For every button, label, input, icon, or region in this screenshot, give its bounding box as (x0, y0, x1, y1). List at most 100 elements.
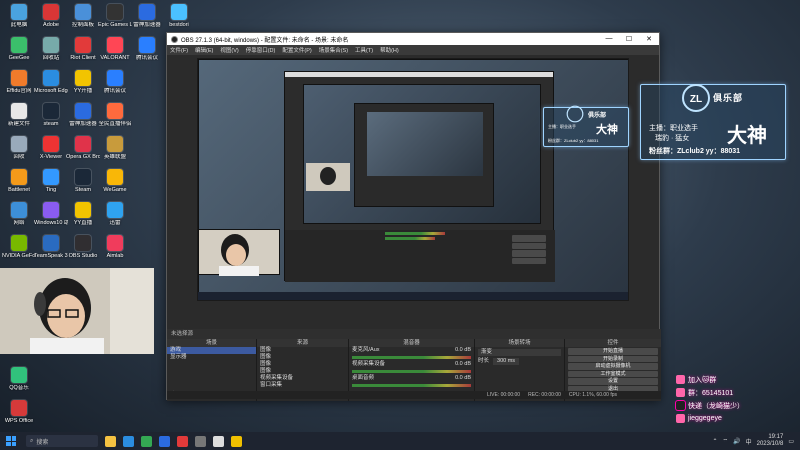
clock[interactable]: 19:17 2023/10/8 (757, 434, 784, 448)
app-icon (107, 136, 123, 152)
notification-icon[interactable]: ▭ (788, 438, 794, 445)
desktop-icon-label: Steam (75, 187, 91, 193)
menu-docks[interactable]: 停靠窗口(D) (246, 46, 276, 54)
streamer-avatar (0, 268, 154, 354)
source-item[interactable]: 视频采集设备 (257, 375, 348, 382)
role-line-mini: 主播：职业选手 (548, 124, 576, 129)
menu-file[interactable]: 文件(F) (170, 46, 188, 54)
obs-preview-canvas[interactable] (197, 58, 629, 301)
taskbar-app-store-icon[interactable] (159, 435, 170, 447)
windows-logo-icon (6, 436, 11, 441)
taskbar-app-app-yellow-icon[interactable] (231, 435, 242, 447)
duration-input[interactable]: 300 ms (493, 358, 520, 365)
obs-window[interactable]: OBS 27.1.3 (64-bit, windows) - 配置文件: 未命名… (166, 32, 661, 401)
menu-scene-collection[interactable]: 场景集合(S) (319, 46, 348, 54)
mixer-channel-name: 桌面音频 (352, 375, 375, 381)
desktop-icon-label: NVIDIA GeForce (2, 253, 36, 259)
taskbar-app-file-explorer-icon[interactable] (105, 435, 116, 447)
menu-view[interactable]: 视图(V) (220, 46, 238, 54)
club-banner-mini: 俱乐部 主播：职业选手 大神 粉丝群：ZLclub2 yy：88031 (543, 105, 629, 147)
desktop-icon-label: Windows10 助手 (34, 220, 68, 226)
mixer-channel-level: 0.0 dB (455, 347, 471, 353)
source-item[interactable]: 图像 (257, 354, 348, 361)
role-line: 主播：职业选手 (649, 125, 698, 132)
minimize-button[interactable]: — (599, 35, 619, 43)
source-item[interactable]: 图像 (257, 368, 348, 375)
obs-menu-bar: 文件(F) 编辑(E) 视图(V) 停靠窗口(D) 配置文件(P) 场景集合(S… (167, 45, 659, 55)
desktop-icon[interactable]: NVIDIA GeForce (2, 233, 36, 271)
menu-edit[interactable]: 编辑(E) (195, 46, 213, 54)
close-button[interactable]: ✕ (639, 35, 659, 43)
taskbar-app-app-dark-icon[interactable] (195, 435, 206, 447)
volume-meter[interactable] (352, 356, 471, 359)
taskbar-apps (98, 435, 242, 447)
desktop-icon-label: 网络 (13, 220, 25, 226)
app-icon (11, 103, 27, 119)
start-button[interactable] (4, 434, 18, 448)
tag-line: 瑞豹 · 猛女 (655, 135, 690, 142)
volume-meter[interactable] (352, 384, 471, 387)
windows-taskbar: ⌕ 搜索 ⌃ ⌔ 🔊 中 19:17 2023/10/8 ▭ (0, 432, 800, 450)
fan-group-line-mini: 粉丝群：ZLclub2 yy：88031 (548, 138, 599, 143)
taskbar-app-obs-icon[interactable] (213, 435, 224, 447)
volume-icon[interactable]: 🔊 (733, 438, 740, 445)
transition-select[interactable]: 渐变 (478, 349, 561, 356)
app-icon (75, 169, 91, 185)
scene-item[interactable]: 显示器 (167, 354, 256, 361)
desktop-icon[interactable]: OBS Studio (66, 233, 100, 271)
app-icon (75, 4, 91, 20)
app-icon (43, 235, 59, 251)
desktop-icon-label: 此电脑 (10, 22, 28, 28)
tray-chevron-icon[interactable]: ⌃ (712, 438, 717, 445)
app-icon (11, 136, 27, 152)
desktop-icon-label: steam (43, 121, 59, 127)
desktop-icon-label: 控制面板 (71, 22, 94, 28)
desktop-icon[interactable]: 腾讯会议 (130, 35, 164, 73)
obs-window-title: OBS 27.1.3 (64-bit, windows) - 配置文件: 未命名… (181, 37, 349, 44)
social-text: jieggegeye (688, 415, 722, 422)
desktop-icon[interactable]: Aimlab (98, 233, 132, 271)
menu-profile[interactable]: 配置文件(P) (282, 46, 311, 54)
app-icon (107, 70, 123, 86)
taskbar-search[interactable]: ⌕ 搜索 (26, 435, 98, 447)
scene-item[interactable]: 游戏 (167, 347, 256, 354)
volume-meter[interactable] (352, 370, 471, 373)
taskbar-app-chrome-icon[interactable] (141, 435, 152, 447)
source-item[interactable]: 图像 (257, 361, 348, 368)
menu-tools[interactable]: 工具(T) (355, 46, 373, 54)
start-streaming-button[interactable]: 开始直播 (568, 348, 658, 355)
desktop-icon-label: GeeGee (8, 55, 30, 61)
social-text: 加入🐱群 (688, 376, 717, 384)
desktop-icon-label: 回收 (13, 154, 25, 160)
source-item[interactable]: 窗口采集 (257, 382, 348, 389)
obs-title-bar[interactable]: OBS 27.1.3 (64-bit, windows) - 配置文件: 未命名… (167, 33, 659, 45)
desktop-icon-label: 雷神加速器 (133, 22, 161, 28)
desktop-icon-label: Opera GX Browser (66, 154, 100, 160)
desktop-icon[interactable]: TeamSpeak 3 Client (34, 233, 68, 271)
transitions-header: 场景转场 (475, 339, 564, 347)
virtual-camera-button[interactable]: 启动虚拟摄像机 (568, 363, 658, 370)
app-icon (75, 37, 91, 53)
settings-button[interactable]: 设置 (568, 378, 658, 385)
taskbar-app-edge-icon[interactable] (123, 435, 134, 447)
start-recording-button[interactable]: 开始录制 (568, 355, 658, 362)
streamer-title-mini: 大神 (596, 123, 618, 136)
app-icon (75, 202, 91, 218)
social-text: 群：65145101 (688, 389, 734, 397)
menu-help[interactable]: 帮助(H) (380, 46, 399, 54)
social-row: 加入🐱群 (676, 373, 796, 386)
desktop-icon[interactable]: WPS Office (2, 398, 36, 436)
app-icon (11, 202, 27, 218)
app-icon (11, 169, 27, 185)
rec-status: REC: 00:00:00 (528, 392, 561, 398)
desktop-icon-label: WPS Office (4, 418, 34, 424)
cpu-status: CPU: 1.1%, 60.00 fps (568, 392, 617, 398)
network-icon[interactable]: ⌔ (722, 437, 728, 445)
source-item[interactable]: 图像 (257, 347, 348, 354)
desktop-icon-label: Aimlab (106, 253, 124, 259)
system-tray: ⌃ ⌔ 🔊 中 19:17 2023/10/8 ▭ (712, 434, 800, 448)
maximize-button[interactable]: ☐ (619, 35, 639, 43)
studio-mode-button[interactable]: 工作室模式 (568, 370, 658, 377)
taskbar-app-app-red-icon[interactable] (177, 435, 188, 447)
input-method[interactable]: 中 (746, 437, 752, 446)
